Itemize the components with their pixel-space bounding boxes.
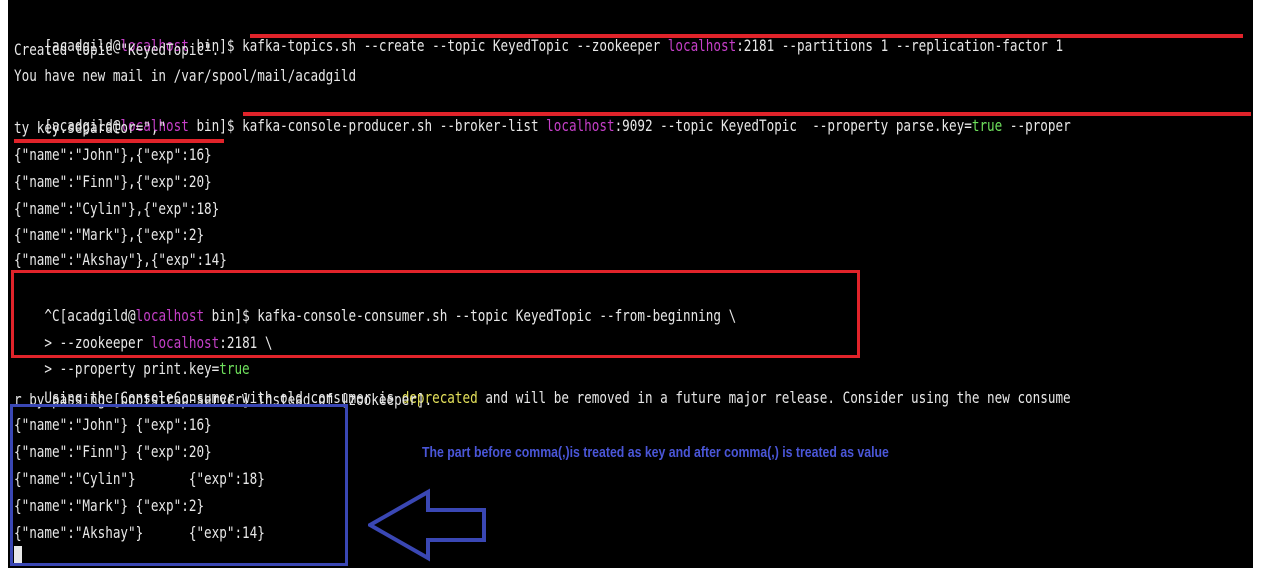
producer-input-line: {"name":"Akshay"},{"exp":14} xyxy=(14,250,227,269)
arrow-left-icon xyxy=(368,488,486,562)
warning-text-b: and will be removed in a future major re… xyxy=(477,388,1071,407)
command-create-b: :2181 --partitions 1 --replication-facto… xyxy=(736,36,1064,55)
highlight-underline-producer-wrap xyxy=(14,139,224,143)
annotation-note: The part before comma(,)is treated as ke… xyxy=(422,444,889,461)
terminal-line-producer-wrap: ty key.separator="," xyxy=(14,118,167,137)
command-host: localhost xyxy=(546,116,615,135)
command-create-a: kafka-topics.sh --create --topic KeyedTo… xyxy=(242,36,668,55)
producer-input-line: {"name":"Finn"},{"exp":20} xyxy=(14,172,212,191)
producer-input-line: {"name":"Mark"},{"exp":2} xyxy=(14,225,205,244)
terminal-line-producer: [acadgild@localhost bin]$ kafka-console-… xyxy=(14,90,1070,135)
output-warning: Using the ConsoleConsumer with old consu… xyxy=(14,362,1070,407)
command-producer-a: kafka-console-producer.sh --broker-list xyxy=(242,116,547,135)
command-host: localhost xyxy=(667,36,737,55)
terminal-line-create-topic: [acadgild@localhost bin]$ kafka-topics.s… xyxy=(14,10,1063,55)
command-producer-b: :9092 --topic KeyedTopic --property pars… xyxy=(614,116,972,135)
prompt-dir: bin]$ xyxy=(188,116,243,135)
highlight-underline-create xyxy=(250,34,1243,38)
highlight-underline-producer xyxy=(243,112,1251,116)
command-bool: true xyxy=(971,116,1003,135)
output-mail: You have new mail in /var/spool/mail/aca… xyxy=(14,66,357,85)
command-producer-c: --proper xyxy=(1002,116,1071,135)
output-created-topic: Created topic "KeyedTopic". xyxy=(14,40,220,59)
producer-input-line: {"name":"John"},{"exp":16} xyxy=(14,145,212,164)
highlight-box-consumer-command xyxy=(11,270,860,358)
highlight-box-consumer-output xyxy=(10,404,348,566)
producer-input-line: {"name":"Cylin"},{"exp":18} xyxy=(14,199,220,218)
